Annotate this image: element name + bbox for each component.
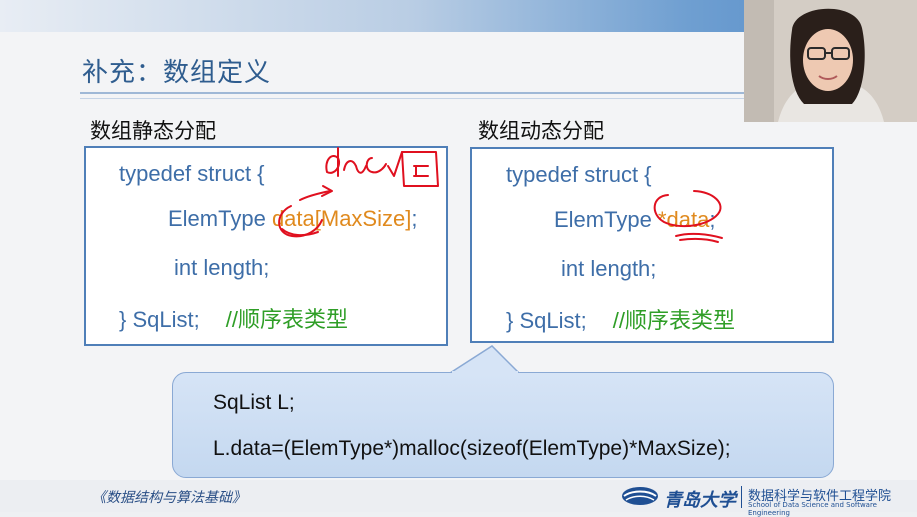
presenter-video: [744, 0, 917, 122]
callout-line-1: SqList L;: [213, 391, 295, 414]
footer-separator: [741, 486, 742, 508]
presenter-webcam: [744, 0, 917, 122]
university-name: 青岛大学: [664, 490, 736, 511]
course-name: 《数据结构与算法基础》: [92, 490, 246, 506]
university-emblem-icon: [622, 487, 658, 505]
callout-line-2: L.data=(ElemType*)malloc(sizeof(ElemType…: [213, 437, 731, 460]
college-name-en: School of Data Science and Software Engi…: [748, 501, 877, 517]
